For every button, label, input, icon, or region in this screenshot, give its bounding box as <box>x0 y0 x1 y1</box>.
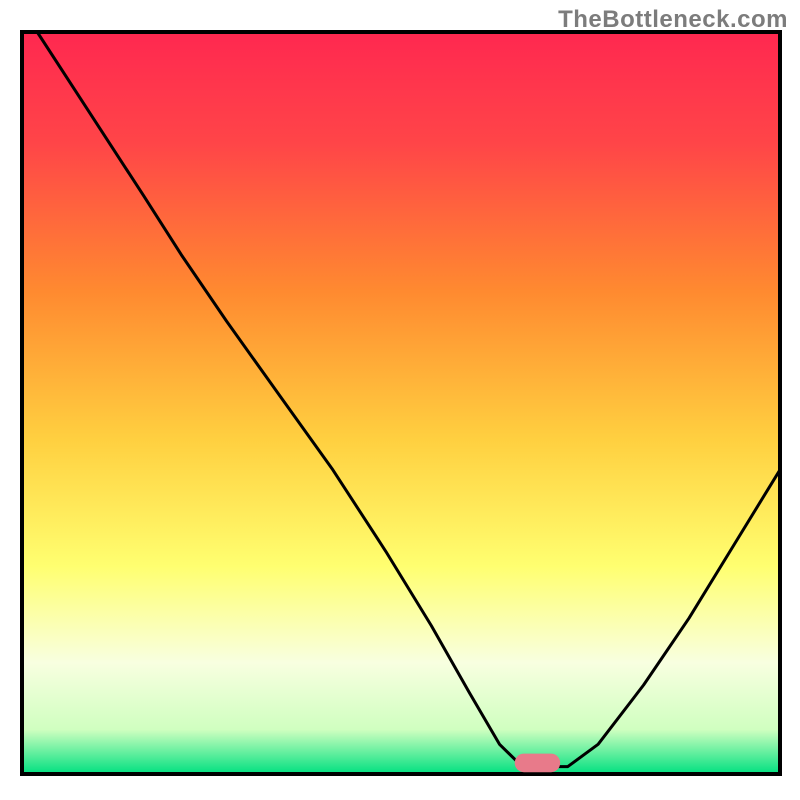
watermark-text: TheBottleneck.com <box>558 6 788 34</box>
chart-container <box>0 0 800 800</box>
gradient-background <box>22 32 780 774</box>
minimum-marker <box>515 754 561 773</box>
bottleneck-chart <box>0 0 800 800</box>
